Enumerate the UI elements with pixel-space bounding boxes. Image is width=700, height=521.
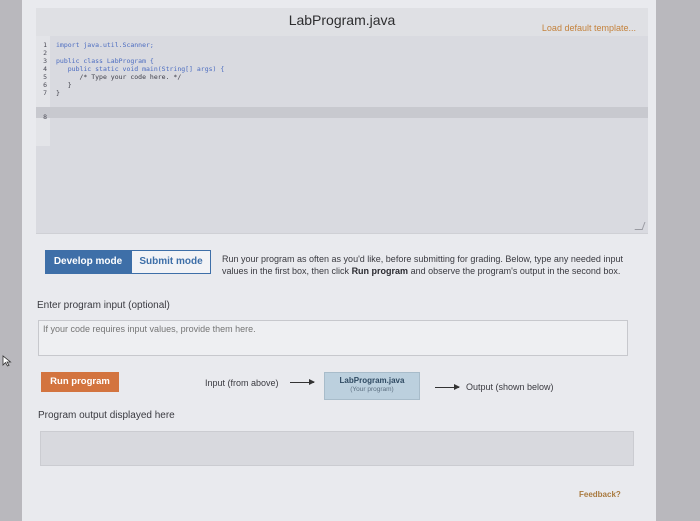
editor-header: LabProgram.java Load default template... — [36, 8, 648, 36]
line-number: 5 — [43, 73, 47, 81]
program-flow-box: LabProgram.java (Your program) — [324, 372, 420, 400]
line-number: 1 — [43, 41, 47, 49]
mode-instructions: Run your program as often as you'd like,… — [222, 253, 642, 277]
line-number: 8 — [43, 113, 47, 121]
line-number: 2 — [43, 49, 47, 57]
line-number: 6 — [43, 81, 47, 89]
run-program-button[interactable]: Run program — [41, 372, 119, 392]
flow-output-label: Output (shown below) — [466, 382, 554, 392]
submit-mode-tab[interactable]: Submit mode — [131, 250, 211, 274]
line-number: 4 — [43, 65, 47, 73]
lab-page: LabProgram.java Load default template...… — [22, 0, 656, 521]
code-line: } — [56, 81, 72, 89]
flow-input-label: Input (from above) — [205, 378, 279, 388]
program-output-label: Program output displayed here — [38, 410, 175, 421]
program-input-field[interactable] — [38, 320, 628, 356]
right-arrow-icon — [290, 379, 315, 385]
program-box-subtitle: (Your program) — [350, 386, 394, 393]
line-number: 7 — [43, 89, 47, 97]
active-line-highlight — [36, 107, 648, 118]
program-output-box — [40, 431, 634, 466]
code-line: /* Type your code here. */ — [56, 73, 182, 81]
develop-mode-tab[interactable]: Develop mode — [45, 250, 131, 274]
code-line: import java.util.Scanner; — [56, 41, 154, 49]
instructions-run-program-bold: Run program — [351, 266, 409, 276]
code-line: public class LabProgram { — [56, 57, 154, 65]
line-number: 3 — [43, 57, 47, 65]
load-default-template-link[interactable]: Load default template... — [542, 23, 636, 33]
code-editor[interactable]: 1 2 3 4 5 6 7 8 import java.util.Scanner… — [36, 36, 648, 234]
resize-handle-icon[interactable] — [634, 222, 646, 230]
mode-tabs: Develop mode Submit mode — [45, 250, 211, 274]
mouse-cursor-icon — [2, 355, 12, 367]
right-arrow-icon — [435, 384, 460, 390]
code-line: public static void main(String[] args) { — [56, 65, 225, 73]
program-input-label: Enter program input (optional) — [37, 300, 170, 311]
program-box-name: LabProgram.java — [339, 376, 405, 385]
code-line: } — [56, 89, 60, 97]
instructions-text-2: and observe the program's output in the … — [408, 266, 621, 276]
feedback-link[interactable]: Feedback? — [579, 490, 621, 499]
